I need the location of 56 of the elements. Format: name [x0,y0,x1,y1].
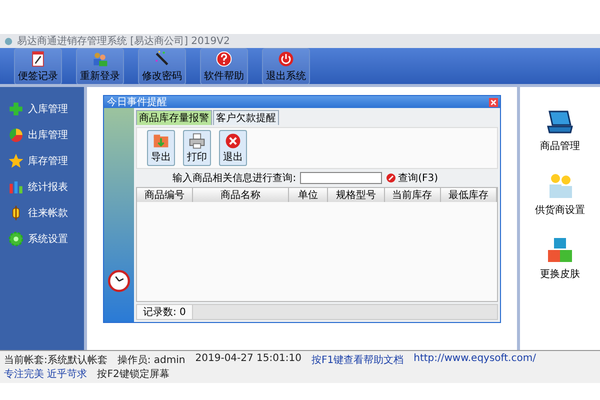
toolbar-button[interactable]: 便签记录 [14,48,62,84]
cubes-icon [545,235,575,265]
window-title: 易达商通进销存管理系统 [易达商公司] 2019V2 [17,34,230,48]
printer-icon [188,132,206,150]
users-icon [91,50,109,68]
search-button[interactable]: 查询(F3) [386,171,438,185]
status-link[interactable]: 按F1键查看帮助文档 [311,353,404,367]
sidebar-item[interactable]: 统计报表 [8,179,84,195]
status-text: 操作员: admin [117,354,186,367]
toolbar-button[interactable]: 退出系统 [262,48,310,84]
sidebar-item[interactable]: 出库管理 [8,127,84,143]
column-header[interactable]: 商品编号 [137,188,194,202]
plus-icon [8,101,24,117]
bar-chart-icon [8,179,24,195]
app-icon [4,36,13,46]
toolbar-button[interactable]: 退出 [219,130,247,166]
shortcut-button[interactable]: 供货商设置 [535,171,585,217]
column-header[interactable]: 最低库存 [440,188,497,202]
shortcut-button[interactable]: 商品管理 [540,107,580,153]
clock-icon [108,270,130,292]
close-icon [224,132,242,150]
wand-icon [153,50,171,68]
help-icon [215,50,233,68]
status-link[interactable]: http://www.eqysoft.com/ [414,353,536,367]
notepad-icon [29,50,47,68]
column-header[interactable]: 单位 [288,188,328,202]
record-count: 记录数: 0 [137,305,193,319]
tab[interactable]: 商品库存量报警 [136,110,212,125]
shortcut-button[interactable]: 更换皮肤 [540,235,580,281]
status-text: 按F2键锁定屏幕 [97,368,170,381]
dialog-title: 今日事件提醒 [107,96,167,109]
power-icon [277,50,295,68]
column-header[interactable]: 当前库存 [384,188,441,202]
status-link[interactable]: 专注完美 近乎苛求 [4,367,88,381]
toolbar-button[interactable]: 导出 [147,130,175,166]
toolbar-button[interactable]: 软件帮助 [200,48,248,84]
column-header[interactable]: 商品名称 [193,188,289,202]
tab[interactable]: 客户欠款提醒 [213,110,279,125]
sidebar-item[interactable]: 系统设置 [8,231,84,247]
sidebar-item[interactable]: 往来帐款 [8,205,84,221]
search-icon [386,173,396,183]
sidebar-item[interactable]: 入库管理 [8,101,84,117]
folder-icon [152,132,170,150]
column-header[interactable]: 规格型号 [328,188,384,202]
gear-icon [8,231,24,247]
status-text: 当前帐套:系统默认帐套 [4,354,108,367]
status-text: 2019-04-27 15:01:10 [195,353,302,366]
pie-chart-icon [8,127,24,143]
toolbar-button[interactable]: 打印 [183,130,211,166]
search-field[interactable] [300,172,382,184]
close-icon[interactable] [489,98,498,106]
toolbar-button[interactable]: 重新登录 [76,48,124,84]
toolbar-button[interactable]: 修改密码 [138,48,186,84]
star-icon [8,153,24,169]
search-label: 输入商品相关信息进行查询: [172,172,296,185]
sidebar-item[interactable]: 库存管理 [8,153,84,169]
